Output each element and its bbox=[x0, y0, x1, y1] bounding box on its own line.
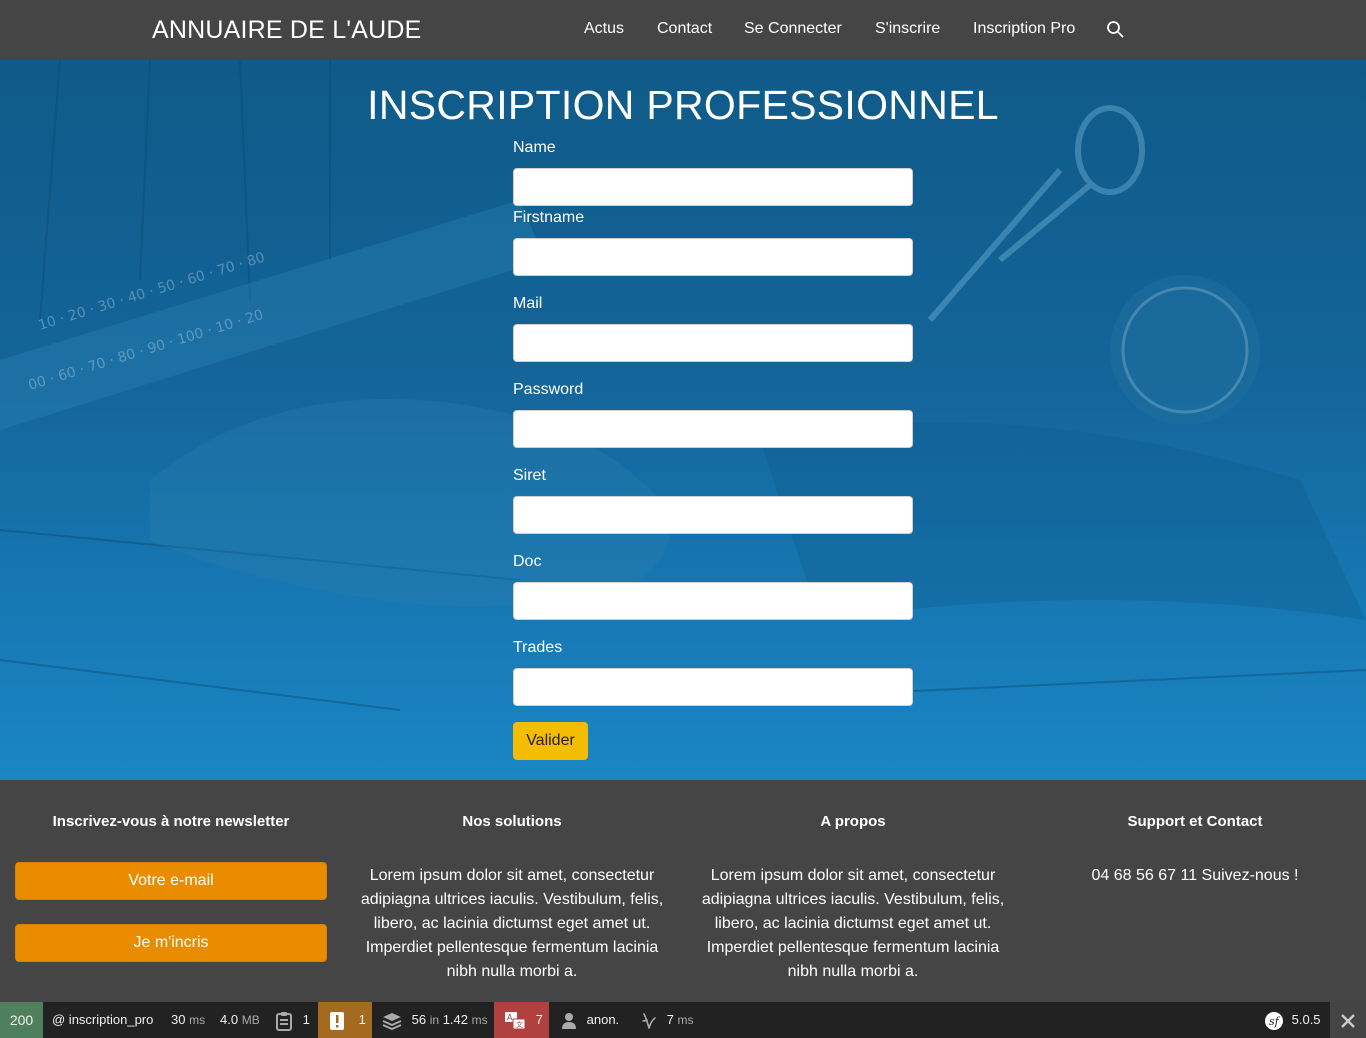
newsletter-subscribe-button[interactable]: Je m'incris bbox=[15, 924, 327, 962]
route-name[interactable]: @ inscription_pro bbox=[52, 1002, 153, 1038]
site-brand[interactable]: ANNUAIRE DE L'AUDE bbox=[152, 16, 422, 45]
queries-count: 56 bbox=[411, 1012, 427, 1027]
forms-panel[interactable]: 1 bbox=[275, 1002, 310, 1038]
search-icon[interactable] bbox=[1106, 20, 1124, 38]
nav-link-contact[interactable]: Contact bbox=[657, 20, 712, 38]
memory-unit: MB bbox=[241, 1013, 260, 1027]
layers-icon bbox=[382, 1012, 402, 1030]
request-time-unit: ms bbox=[189, 1013, 206, 1027]
nav-link-register[interactable]: S'inscrire bbox=[875, 20, 940, 38]
submit-button[interactable]: Valider bbox=[513, 722, 588, 760]
translation-icon: A 文 bbox=[505, 1011, 526, 1030]
logs-count: 1 bbox=[358, 1012, 366, 1027]
twig-panel[interactable]: 7 ms bbox=[641, 1002, 693, 1038]
mail-label: Mail bbox=[513, 295, 543, 312]
nav-link-register-pro[interactable]: Inscription Pro bbox=[973, 20, 1075, 38]
queries-in: in bbox=[429, 1013, 440, 1027]
svg-text:文: 文 bbox=[516, 1020, 523, 1029]
svg-text:A: A bbox=[507, 1013, 513, 1022]
page-title: INSCRIPTION PROFESSIONNEL bbox=[367, 82, 999, 128]
firstname-input[interactable] bbox=[513, 238, 913, 276]
name-label: Name bbox=[513, 139, 556, 156]
solutions-text: Lorem ipsum dolor sit amet, consectetur … bbox=[360, 867, 664, 980]
about-text: Lorem ipsum dolor sit amet, consectetur … bbox=[701, 867, 1005, 980]
top-navbar: ANNUAIRE DE L'AUDE Actus Contact Se Conn… bbox=[0, 0, 1366, 60]
name-input[interactable] bbox=[513, 168, 913, 206]
password-label: Password bbox=[513, 381, 584, 398]
hero-section: 00 · 60 · 70 · 80 · 90 · 100 · 10 · 20 1… bbox=[0, 60, 1366, 780]
support-title: Support et Contact bbox=[1127, 813, 1263, 830]
siret-label: Siret bbox=[513, 467, 546, 484]
status-code-badge[interactable]: 200 bbox=[0, 1002, 43, 1038]
memory-value: 4.0 bbox=[220, 1012, 239, 1027]
close-icon bbox=[1341, 1013, 1355, 1028]
user-icon bbox=[562, 1012, 576, 1029]
queries-time: 1.42 bbox=[442, 1012, 468, 1027]
user-name: anon. bbox=[586, 1012, 620, 1027]
mail-input[interactable] bbox=[513, 324, 913, 362]
nav-link-login[interactable]: Se Connecter bbox=[744, 20, 842, 38]
forms-count: 1 bbox=[302, 1012, 310, 1027]
solutions-title: Nos solutions bbox=[462, 813, 562, 830]
logs-panel[interactable]: 1 bbox=[318, 1002, 372, 1038]
symfony-version: 5.0.5 bbox=[1291, 1012, 1321, 1027]
firstname-label: Firstname bbox=[513, 209, 585, 226]
newsletter-email-button[interactable]: Votre e-mail bbox=[15, 862, 327, 900]
request-time[interactable]: 30 ms bbox=[171, 1002, 205, 1038]
password-input[interactable] bbox=[513, 410, 913, 448]
symfony-logo-icon: sf bbox=[1265, 1011, 1283, 1030]
doc-input[interactable] bbox=[513, 582, 913, 620]
close-toolbar-button[interactable] bbox=[1330, 1002, 1366, 1038]
siret-input[interactable] bbox=[513, 496, 913, 534]
memory-usage[interactable]: 4.0 MB bbox=[220, 1002, 260, 1038]
translations-count: 7 bbox=[535, 1012, 543, 1027]
security-panel[interactable]: anon. bbox=[561, 1002, 619, 1038]
newsletter-title: Inscrivez-vous à notre newsletter bbox=[52, 813, 290, 830]
trades-input[interactable] bbox=[513, 668, 913, 706]
support-text: 04 68 56 67 11 Suivez-nous ! bbox=[1091, 867, 1299, 884]
footer: Inscrivez-vous à notre newsletter Votre … bbox=[0, 780, 1366, 1002]
twig-unit: ms bbox=[677, 1013, 694, 1027]
request-time-value: 30 bbox=[171, 1012, 186, 1027]
twig-icon bbox=[642, 1012, 656, 1029]
database-panel[interactable]: 56 in 1.42 ms bbox=[382, 1002, 488, 1038]
translations-panel[interactable]: A 文 7 bbox=[494, 1002, 549, 1038]
about-title: A propos bbox=[820, 813, 886, 830]
warning-icon bbox=[330, 1011, 344, 1030]
clipboard-icon bbox=[276, 1011, 292, 1031]
symfony-version-panel[interactable]: sf 5.0.5 bbox=[1264, 1002, 1321, 1038]
debug-toolbar: 200 @ inscription_pro 30 ms 4.0 MB 1 1 5… bbox=[0, 1002, 1366, 1038]
queries-unit: ms bbox=[471, 1013, 488, 1027]
trades-label: Trades bbox=[513, 639, 563, 656]
doc-label: Doc bbox=[513, 553, 542, 570]
twig-time: 7 bbox=[666, 1012, 674, 1027]
nav-link-actus[interactable]: Actus bbox=[584, 20, 624, 38]
